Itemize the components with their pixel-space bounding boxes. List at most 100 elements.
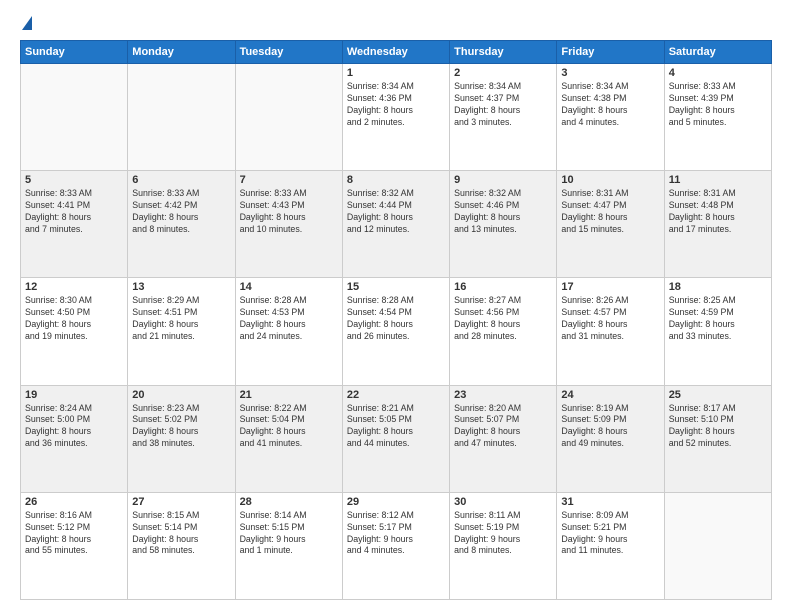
calendar-cell: 2 Sunrise: 8:34 AM Sunset: 4:37 PM Daylig… xyxy=(450,64,557,171)
calendar-cell: 13 Sunrise: 8:29 AM Sunset: 4:51 PM Dayli… xyxy=(128,278,235,385)
day-info: Sunrise: 8:31 AM Sunset: 4:47 PM Dayligh… xyxy=(561,188,659,236)
calendar-cell: 30 Sunrise: 8:11 AM Sunset: 5:19 PM Dayli… xyxy=(450,492,557,599)
day-info: Sunrise: 8:12 AM Sunset: 5:17 PM Dayligh… xyxy=(347,510,445,558)
week-row-3: 12 Sunrise: 8:30 AM Sunset: 4:50 PM Dayli… xyxy=(21,278,772,385)
calendar-cell: 12 Sunrise: 8:30 AM Sunset: 4:50 PM Dayli… xyxy=(21,278,128,385)
day-info: Sunrise: 8:32 AM Sunset: 4:44 PM Dayligh… xyxy=(347,188,445,236)
day-number: 3 xyxy=(561,67,659,79)
day-info: Sunrise: 8:32 AM Sunset: 4:46 PM Dayligh… xyxy=(454,188,552,236)
day-number: 1 xyxy=(347,67,445,79)
calendar-cell: 6Sunrise: 8:33 AM Sunset: 4:42 PM Daylig… xyxy=(128,171,235,278)
calendar-cell: 3 Sunrise: 8:34 AM Sunset: 4:38 PM Daylig… xyxy=(557,64,664,171)
calendar-cell: 22Sunrise: 8:21 AM Sunset: 5:05 PM Dayli… xyxy=(342,385,449,492)
day-number: 19 xyxy=(25,389,123,401)
calendar-cell: 25 Sunrise: 8:17 AM Sunset: 5:10 PM Dayli… xyxy=(664,385,771,492)
weekday-header-thursday: Thursday xyxy=(450,41,557,64)
calendar-cell: 9 Sunrise: 8:32 AM Sunset: 4:46 PM Daylig… xyxy=(450,171,557,278)
day-info: Sunrise: 8:24 AM Sunset: 5:00 PM Dayligh… xyxy=(25,403,123,451)
day-info: Sunrise: 8:34 AM Sunset: 4:37 PM Dayligh… xyxy=(454,81,552,129)
calendar-cell xyxy=(235,64,342,171)
logo xyxy=(20,16,32,32)
day-number: 31 xyxy=(561,496,659,508)
calendar-cell: 18 Sunrise: 8:25 AM Sunset: 4:59 PM Dayli… xyxy=(664,278,771,385)
day-info: Sunrise: 8:23 AM Sunset: 5:02 PM Dayligh… xyxy=(132,403,230,451)
weekday-header-row: SundayMondayTuesdayWednesdayThursdayFrid… xyxy=(21,41,772,64)
day-number: 5 xyxy=(25,174,123,186)
weekday-header-monday: Monday xyxy=(128,41,235,64)
day-number: 16 xyxy=(454,281,552,293)
day-number: 29 xyxy=(347,496,445,508)
day-number: 20 xyxy=(132,389,230,401)
day-info: Sunrise: 8:15 AM Sunset: 5:14 PM Dayligh… xyxy=(132,510,230,558)
week-row-1: 1Sunrise: 8:34 AM Sunset: 4:36 PM Daylig… xyxy=(21,64,772,171)
day-number: 26 xyxy=(25,496,123,508)
day-number: 22 xyxy=(347,389,445,401)
calendar-cell: 10Sunrise: 8:31 AM Sunset: 4:47 PM Dayli… xyxy=(557,171,664,278)
calendar-cell: 8 Sunrise: 8:32 AM Sunset: 4:44 PM Daylig… xyxy=(342,171,449,278)
calendar-cell xyxy=(664,492,771,599)
calendar-cell: 29 Sunrise: 8:12 AM Sunset: 5:17 PM Dayli… xyxy=(342,492,449,599)
weekday-header-friday: Friday xyxy=(557,41,664,64)
calendar-cell: 19 Sunrise: 8:24 AM Sunset: 5:00 PM Dayli… xyxy=(21,385,128,492)
day-number: 27 xyxy=(132,496,230,508)
weekday-header-saturday: Saturday xyxy=(664,41,771,64)
calendar-cell: 17 Sunrise: 8:26 AM Sunset: 4:57 PM Dayli… xyxy=(557,278,664,385)
page: SundayMondayTuesdayWednesdayThursdayFrid… xyxy=(0,0,792,612)
day-number: 14 xyxy=(240,281,338,293)
day-info: Sunrise: 8:19 AM Sunset: 5:09 PM Dayligh… xyxy=(561,403,659,451)
weekday-header-tuesday: Tuesday xyxy=(235,41,342,64)
day-number: 12 xyxy=(25,281,123,293)
weekday-header-sunday: Sunday xyxy=(21,41,128,64)
logo-icon xyxy=(22,16,32,30)
calendar-cell: 31Sunrise: 8:09 AM Sunset: 5:21 PM Dayli… xyxy=(557,492,664,599)
calendar-cell: 1Sunrise: 8:34 AM Sunset: 4:36 PM Daylig… xyxy=(342,64,449,171)
day-number: 9 xyxy=(454,174,552,186)
day-info: Sunrise: 8:16 AM Sunset: 5:12 PM Dayligh… xyxy=(25,510,123,558)
day-info: Sunrise: 8:33 AM Sunset: 4:39 PM Dayligh… xyxy=(669,81,767,129)
day-number: 21 xyxy=(240,389,338,401)
day-info: Sunrise: 8:22 AM Sunset: 5:04 PM Dayligh… xyxy=(240,403,338,451)
day-info: Sunrise: 8:34 AM Sunset: 4:38 PM Dayligh… xyxy=(561,81,659,129)
calendar-cell: 16Sunrise: 8:27 AM Sunset: 4:56 PM Dayli… xyxy=(450,278,557,385)
calendar-cell: 28 Sunrise: 8:14 AM Sunset: 5:15 PM Dayli… xyxy=(235,492,342,599)
calendar-cell: 14 Sunrise: 8:28 AM Sunset: 4:53 PM Dayli… xyxy=(235,278,342,385)
day-number: 8 xyxy=(347,174,445,186)
day-number: 15 xyxy=(347,281,445,293)
day-number: 13 xyxy=(132,281,230,293)
day-number: 2 xyxy=(454,67,552,79)
weekday-header-wednesday: Wednesday xyxy=(342,41,449,64)
calendar-cell: 24Sunrise: 8:19 AM Sunset: 5:09 PM Dayli… xyxy=(557,385,664,492)
day-number: 30 xyxy=(454,496,552,508)
day-number: 25 xyxy=(669,389,767,401)
day-info: Sunrise: 8:33 AM Sunset: 4:41 PM Dayligh… xyxy=(25,188,123,236)
day-info: Sunrise: 8:33 AM Sunset: 4:42 PM Dayligh… xyxy=(132,188,230,236)
day-info: Sunrise: 8:28 AM Sunset: 4:53 PM Dayligh… xyxy=(240,295,338,343)
day-number: 23 xyxy=(454,389,552,401)
week-row-4: 19 Sunrise: 8:24 AM Sunset: 5:00 PM Dayli… xyxy=(21,385,772,492)
day-info: Sunrise: 8:17 AM Sunset: 5:10 PM Dayligh… xyxy=(669,403,767,451)
day-info: Sunrise: 8:29 AM Sunset: 4:51 PM Dayligh… xyxy=(132,295,230,343)
calendar-cell: 23 Sunrise: 8:20 AM Sunset: 5:07 PM Dayli… xyxy=(450,385,557,492)
day-number: 7 xyxy=(240,174,338,186)
day-number: 4 xyxy=(669,67,767,79)
day-info: Sunrise: 8:20 AM Sunset: 5:07 PM Dayligh… xyxy=(454,403,552,451)
day-number: 11 xyxy=(669,174,767,186)
day-info: Sunrise: 8:26 AM Sunset: 4:57 PM Dayligh… xyxy=(561,295,659,343)
day-number: 28 xyxy=(240,496,338,508)
calendar-cell: 26 Sunrise: 8:16 AM Sunset: 5:12 PM Dayli… xyxy=(21,492,128,599)
calendar-cell: 20 Sunrise: 8:23 AM Sunset: 5:02 PM Dayli… xyxy=(128,385,235,492)
day-info: Sunrise: 8:14 AM Sunset: 5:15 PM Dayligh… xyxy=(240,510,338,558)
calendar-cell xyxy=(21,64,128,171)
day-number: 18 xyxy=(669,281,767,293)
week-row-2: 5 Sunrise: 8:33 AM Sunset: 4:41 PM Daylig… xyxy=(21,171,772,278)
day-info: Sunrise: 8:30 AM Sunset: 4:50 PM Dayligh… xyxy=(25,295,123,343)
day-info: Sunrise: 8:25 AM Sunset: 4:59 PM Dayligh… xyxy=(669,295,767,343)
day-info: Sunrise: 8:28 AM Sunset: 4:54 PM Dayligh… xyxy=(347,295,445,343)
header xyxy=(20,16,772,32)
day-info: Sunrise: 8:11 AM Sunset: 5:19 PM Dayligh… xyxy=(454,510,552,558)
calendar: SundayMondayTuesdayWednesdayThursdayFrid… xyxy=(20,40,772,600)
calendar-cell: 7Sunrise: 8:33 AM Sunset: 4:43 PM Daylig… xyxy=(235,171,342,278)
day-number: 17 xyxy=(561,281,659,293)
week-row-5: 26 Sunrise: 8:16 AM Sunset: 5:12 PM Dayli… xyxy=(21,492,772,599)
calendar-cell xyxy=(128,64,235,171)
